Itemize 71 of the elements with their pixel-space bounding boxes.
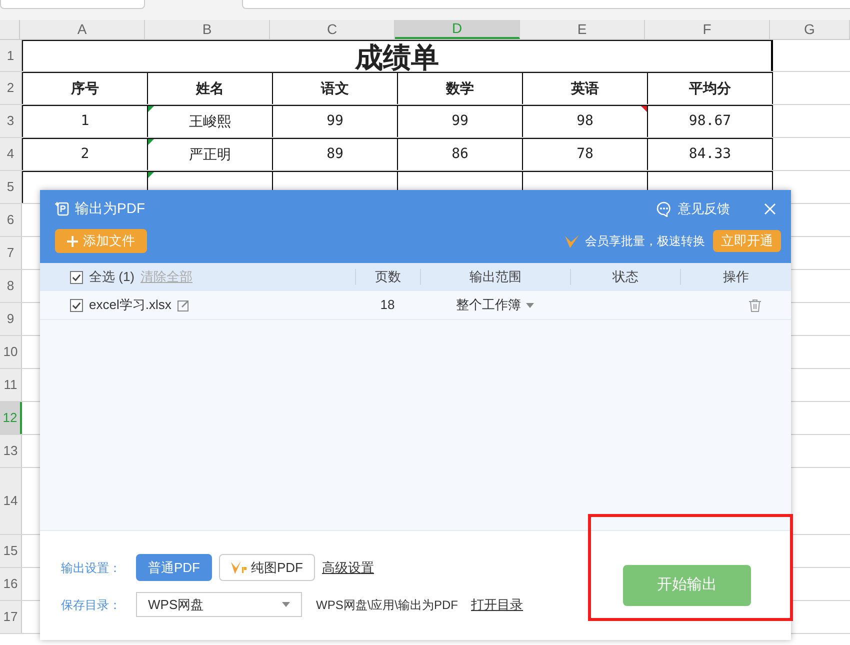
table-cell: 平均分	[647, 72, 772, 104]
table-cell: 1	[22, 105, 147, 137]
row-header[interactable]: 7	[0, 237, 22, 269]
row-header[interactable]: 2	[0, 72, 22, 104]
table-cell: 姓名	[147, 72, 272, 104]
feedback-link[interactable]: 意见反馈	[678, 198, 730, 218]
pdf-type-button[interactable]: 纯图PDF	[219, 554, 315, 581]
file-row[interactable]: excel学习.xlsx 18 整个工作簿	[40, 291, 791, 320]
edit-icon[interactable]	[177, 298, 190, 312]
save-dir-label: 保存目录：	[61, 596, 122, 614]
column-heading: 输出范围	[470, 268, 522, 286]
save-dir-select[interactable]: WPS网盘	[136, 592, 302, 617]
row-header[interactable]: 17	[0, 601, 22, 633]
trash-icon[interactable]	[749, 298, 761, 312]
table-cell: 89	[272, 138, 397, 170]
pdf-type-button[interactable]: 普通PDF	[136, 554, 212, 581]
table-cell: 99	[272, 105, 397, 137]
table-cell: 98	[522, 105, 647, 137]
row-header[interactable]: 11	[0, 369, 22, 401]
table-cell: 语文	[272, 72, 397, 104]
chat-icon	[656, 200, 672, 216]
sheet-title: 成绩单	[22, 40, 772, 71]
dialog-title: 输出为PDF	[75, 199, 145, 218]
checkbox[interactable]	[70, 270, 83, 284]
table-cell: 数学	[397, 72, 522, 104]
column-header[interactable]: F	[645, 20, 770, 39]
row-header[interactable]: 3	[0, 105, 22, 137]
save-path: WPS网盘\应用\输出为PDF	[316, 596, 458, 614]
table-cell: 78	[522, 138, 647, 170]
column-heading: 状态	[612, 268, 638, 286]
vip-icon	[565, 234, 579, 248]
pdf-icon	[55, 201, 69, 216]
row-header[interactable]: 8	[0, 270, 22, 302]
table-cell: 英语	[522, 72, 647, 104]
table-cell: 序号	[22, 72, 147, 104]
page-count: 18	[380, 296, 395, 314]
promo-text: 会员享批量，极速转换	[585, 233, 705, 250]
row-header[interactable]: 4	[0, 138, 22, 170]
output-settings-label: 输出设置：	[61, 560, 122, 576]
row-header[interactable]: 5	[0, 171, 22, 203]
row-header[interactable]: 14	[0, 468, 22, 534]
column-header[interactable]: A	[20, 20, 145, 39]
plus-icon	[67, 236, 78, 246]
table-cell: 84.33	[647, 138, 772, 170]
row-header[interactable]: 16	[0, 568, 22, 600]
checkbox[interactable]	[70, 298, 83, 312]
row-header[interactable]: 9	[0, 303, 22, 335]
column-header[interactable]: G	[770, 20, 850, 39]
column-header[interactable]: B	[145, 20, 270, 39]
column-heading: 操作	[723, 268, 749, 286]
column-header[interactable]: E	[520, 20, 645, 39]
table-cell: 98.67	[647, 105, 772, 137]
row-header[interactable]: 1	[0, 40, 22, 71]
file-name: excel学习.xlsx	[89, 296, 172, 314]
range-dropdown[interactable]: 整个工作簿	[456, 295, 534, 315]
row-header[interactable]: 6	[0, 204, 22, 236]
caret-icon	[282, 602, 290, 607]
table-cell: 86	[397, 138, 522, 170]
table-cell: 99	[397, 105, 522, 137]
caret-icon	[526, 302, 534, 308]
advanced-settings-link[interactable]: 高级设置	[322, 558, 374, 578]
row-header[interactable]: 15	[0, 535, 22, 567]
select-all-label[interactable]: 全选 (1)	[89, 267, 134, 287]
table-cell: 王峻熙	[147, 105, 272, 137]
row-header[interactable]: 10	[0, 336, 22, 368]
row-header[interactable]: 13	[0, 435, 22, 467]
close-icon[interactable]	[764, 202, 776, 214]
column-heading: 页数	[375, 268, 401, 286]
table-cell: 2	[22, 138, 147, 170]
table-cell: 严正明	[147, 138, 272, 170]
open-folder-link[interactable]: 打开目录	[471, 594, 524, 614]
